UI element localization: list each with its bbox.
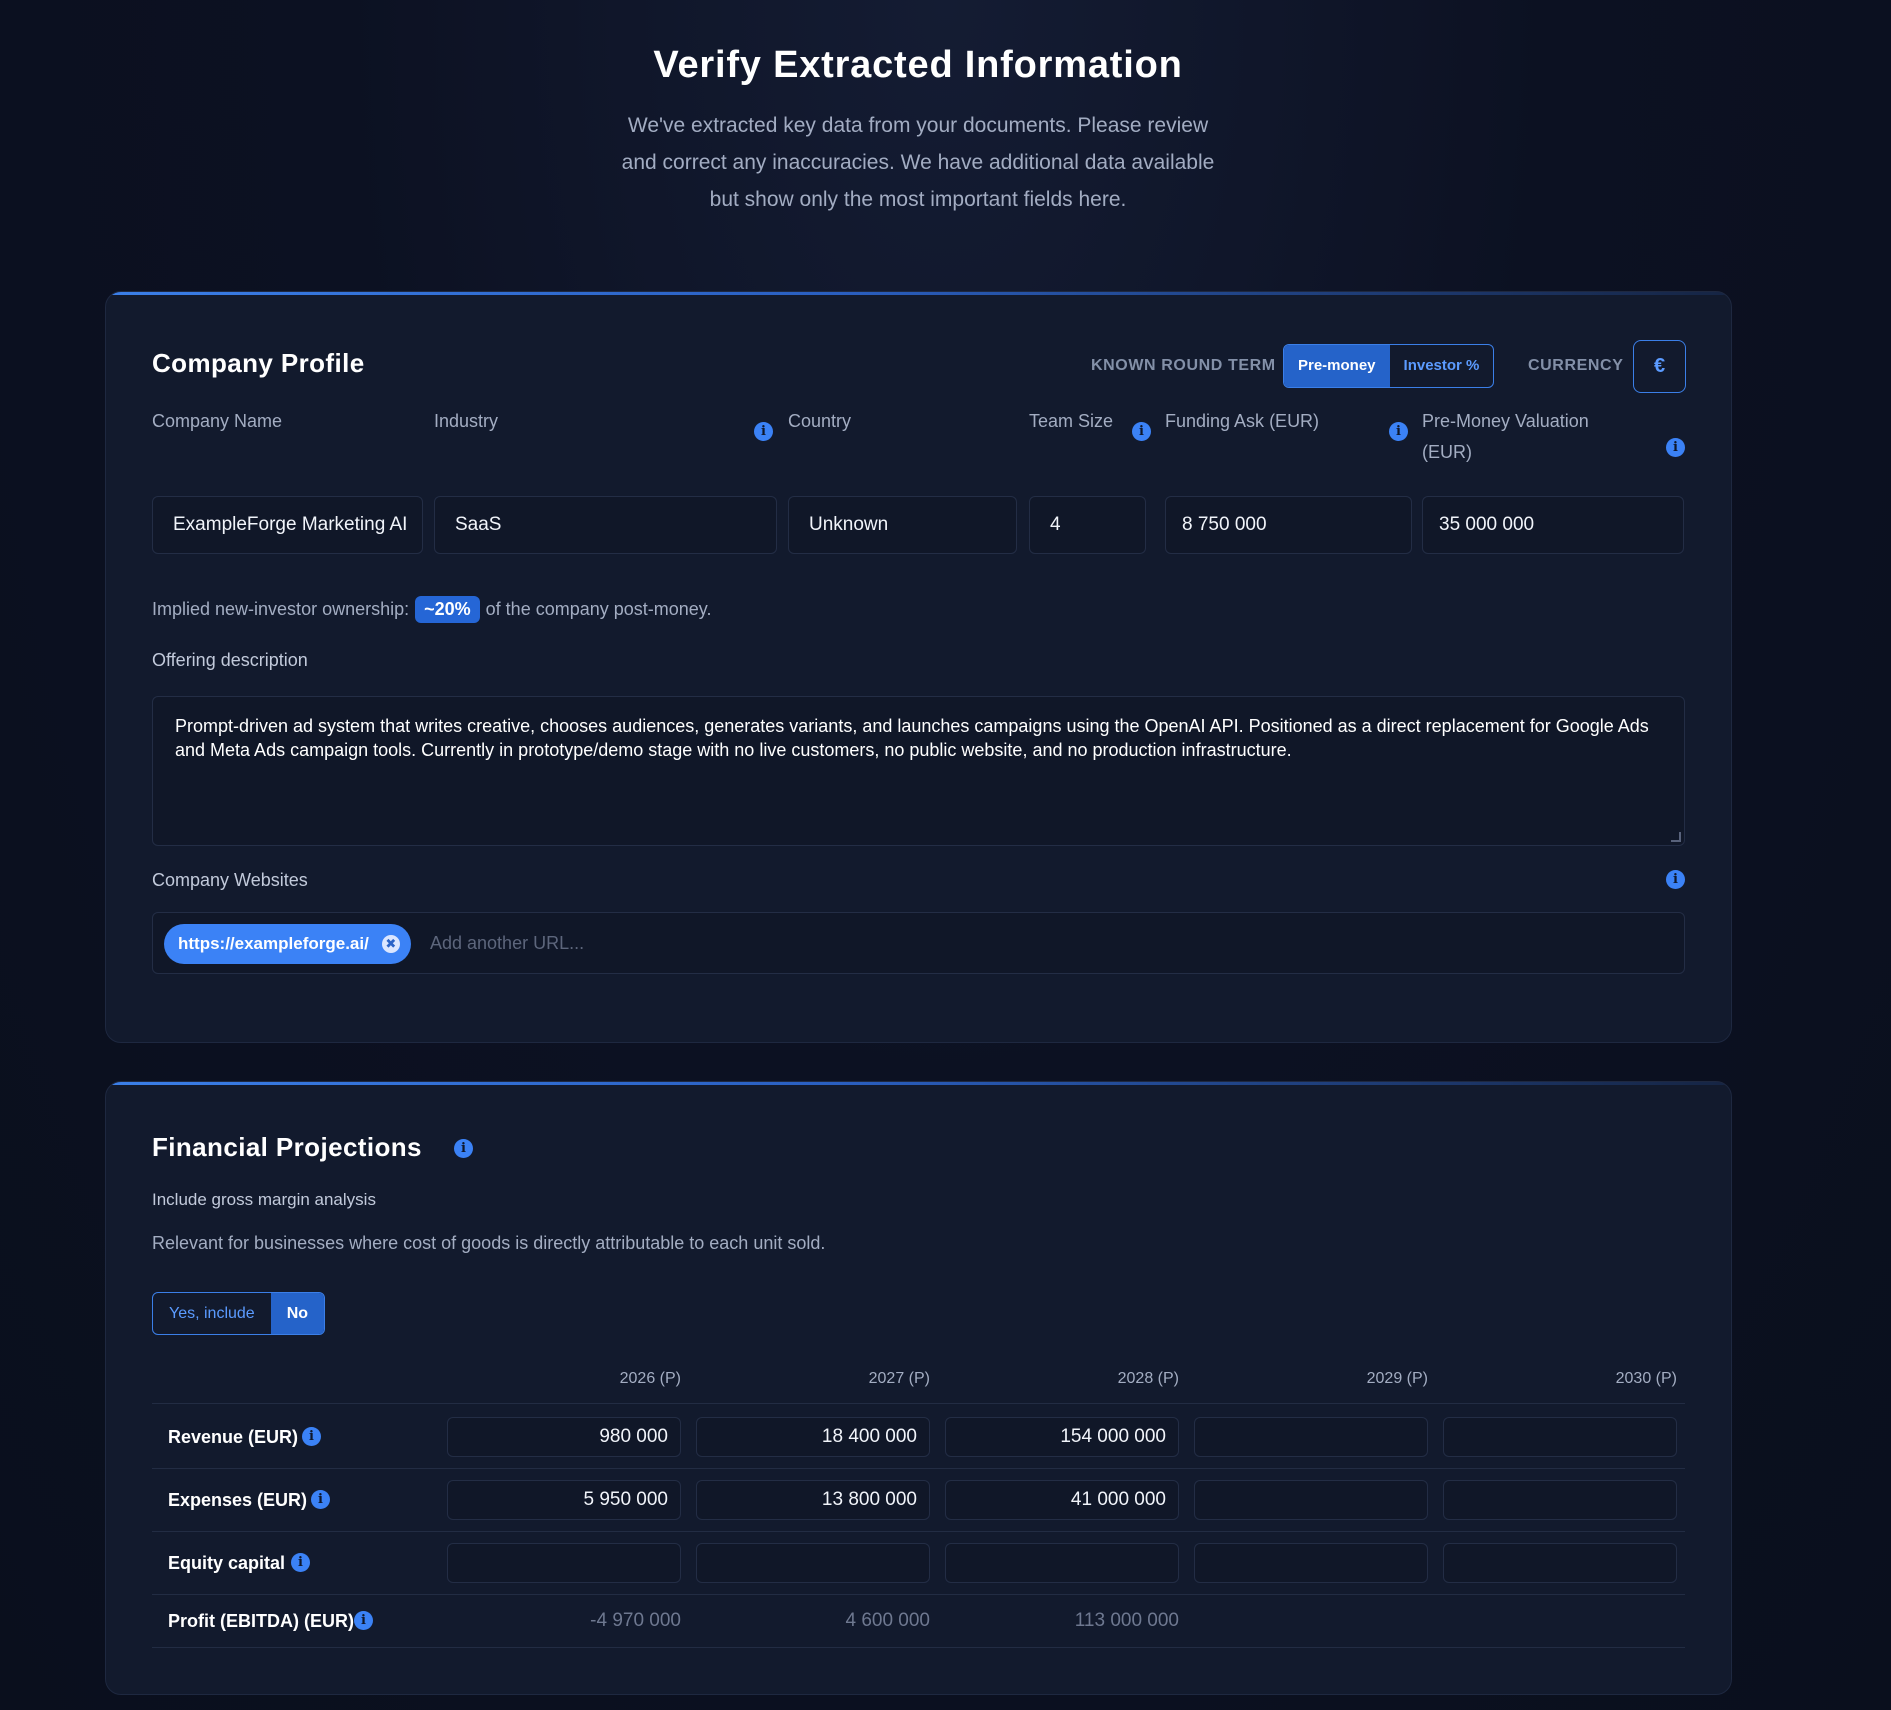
offering-description-label: Offering description [152, 650, 308, 670]
round-term-label: KNOWN ROUND TERM [1091, 357, 1276, 374]
profit-value: 4 600 000 [845, 1610, 930, 1631]
pre-money-info-icon[interactable]: i [1666, 438, 1685, 457]
revenue-cell[interactable] [1443, 1417, 1677, 1457]
revenue-cell[interactable] [1194, 1417, 1428, 1457]
year-header: 2029 (P) [1366, 1370, 1428, 1387]
financial-projections-info-icon[interactable]: i [454, 1139, 473, 1158]
equity-cell[interactable] [945, 1543, 1179, 1583]
year-header: 2028 (P) [1117, 1370, 1179, 1387]
gross-margin-description: Relevant for businesses where cost of go… [152, 1233, 826, 1253]
implied-prefix: Implied new-investor ownership: [152, 599, 410, 619]
revenue-cell[interactable]: 980 000 [447, 1417, 681, 1457]
pre-money-label: Pre-Money Valuation (EUR) [1422, 411, 1589, 462]
table-divider [152, 1594, 1685, 1595]
country-label: Country [788, 411, 852, 431]
year-header: 2027 (P) [868, 1370, 930, 1387]
row-label-revenue: Revenue (EUR) [168, 1427, 299, 1447]
industry-input[interactable]: SaaS [434, 496, 777, 554]
offering-description-textarea[interactable]: Prompt-driven ad system that writes crea… [152, 696, 1685, 846]
team-size-input[interactable]: 4 [1029, 496, 1146, 554]
website-chip-label: https://exampleforge.ai/ [178, 934, 369, 953]
row-label-expenses: Expenses (EUR) [168, 1490, 308, 1510]
expenses-cell[interactable]: 41 000 000 [945, 1480, 1179, 1520]
currency-label: CURRENCY [1528, 357, 1624, 374]
gross-margin-toggle: Yes, include No [152, 1292, 326, 1335]
row-label-profit: Profit (EBITDA) (EUR) [168, 1611, 354, 1631]
revenue-cell[interactable]: 154 000 000 [945, 1417, 1179, 1457]
resize-handle[interactable] [1671, 832, 1681, 842]
year-header: 2026 (P) [619, 1370, 681, 1387]
funding-ask-input[interactable]: 8 750 000 [1165, 496, 1412, 554]
revenue-cell[interactable]: 18 400 000 [696, 1417, 930, 1457]
equity-cell[interactable] [696, 1543, 930, 1583]
table-divider [152, 1647, 1685, 1648]
expenses-info-icon[interactable]: i [311, 1490, 330, 1509]
expenses-cell[interactable] [1443, 1480, 1677, 1520]
pre-money-input[interactable]: 35 000 000 [1422, 496, 1684, 554]
company-name-input[interactable]: ExampleForge Marketing AI [152, 496, 423, 554]
financial-projections-card: Financial Projections i Include gross ma… [105, 1081, 1732, 1695]
offering-description-text: Prompt-driven ad system that writes crea… [175, 716, 1649, 760]
round-term-pre-money[interactable]: Pre-money [1284, 345, 1390, 387]
table-divider [152, 1531, 1685, 1532]
equity-cell[interactable] [1443, 1543, 1677, 1583]
expenses-cell[interactable] [1194, 1480, 1428, 1520]
row-label-equity: Equity capital [168, 1553, 286, 1573]
profit-info-icon[interactable]: i [354, 1611, 373, 1630]
funding-ask-info-icon[interactable]: i [1389, 422, 1408, 441]
equity-cell[interactable] [447, 1543, 681, 1583]
industry-info-icon[interactable]: i [754, 422, 773, 441]
expenses-cell[interactable]: 13 800 000 [696, 1480, 930, 1520]
page-header: Verify Extracted Information We've extra… [0, 0, 1836, 218]
implied-suffix: of the company post-money. [485, 599, 712, 619]
table-divider [152, 1468, 1685, 1469]
revenue-info-icon[interactable]: i [302, 1427, 321, 1446]
equity-cell[interactable] [1194, 1543, 1428, 1583]
currency-button[interactable]: € [1633, 340, 1686, 393]
company-websites-label: Company Websites [152, 870, 308, 890]
industry-label: Industry [434, 411, 499, 431]
gross-margin-no[interactable]: No [270, 1293, 325, 1334]
company-profile-card: Company Profile KNOWN ROUND TERM Pre-mon… [105, 291, 1732, 1043]
country-input[interactable]: Unknown [788, 496, 1017, 554]
round-term-investor-pct[interactable]: Investor % [1390, 345, 1494, 387]
expenses-cell[interactable]: 5 950 000 [447, 1480, 681, 1520]
implied-ownership-badge: ~20% [415, 595, 480, 623]
team-size-info-icon[interactable]: i [1132, 422, 1151, 441]
implied-ownership: Implied new-investor ownership: ~20% of … [152, 594, 711, 624]
gross-margin-yes[interactable]: Yes, include [153, 1293, 271, 1334]
gross-margin-label: Include gross margin analysis [152, 1190, 376, 1209]
funding-ask-label: Funding Ask (EUR) [1165, 411, 1320, 431]
company-name-label: Company Name [152, 411, 283, 431]
section-title-financial-projections: Financial Projections [152, 1132, 422, 1162]
year-header: 2030 (P) [1615, 1370, 1677, 1387]
website-placeholder[interactable]: Add another URL... [430, 913, 584, 973]
team-size-label: Team Size [1029, 411, 1114, 431]
section-title-company-profile: Company Profile [152, 348, 365, 378]
round-term-toggle: Pre-money Investor % [1283, 344, 1495, 388]
websites-input[interactable]: https://exampleforge.ai/ ✖ Add another U… [152, 912, 1685, 974]
remove-website-icon[interactable]: ✖ [381, 935, 400, 953]
table-divider [152, 1403, 1685, 1404]
website-chip[interactable]: https://exampleforge.ai/ ✖ [164, 924, 411, 964]
profit-value: -4 970 000 [590, 1610, 681, 1631]
websites-info-icon[interactable]: i [1666, 870, 1685, 889]
equity-info-icon[interactable]: i [291, 1553, 310, 1572]
page-title: Verify Extracted Information [653, 44, 1183, 86]
profit-value: 113 000 000 [1074, 1610, 1179, 1631]
page-subtitle: We've extracted key data from your docum… [621, 114, 1215, 211]
